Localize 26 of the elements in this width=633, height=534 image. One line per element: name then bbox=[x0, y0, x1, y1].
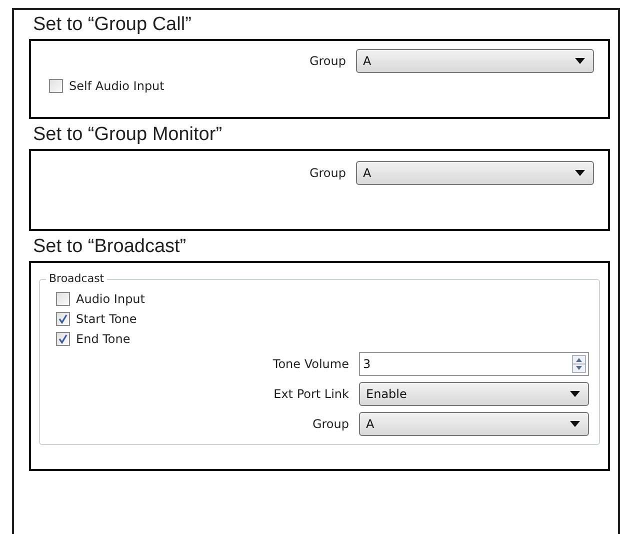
checkbox-label: Self Audio Input bbox=[69, 79, 164, 93]
field-label: Tone Volume bbox=[272, 357, 349, 371]
dropdown[interactable]: A bbox=[356, 161, 594, 185]
checkbox[interactable] bbox=[56, 292, 70, 306]
checkbox[interactable] bbox=[49, 79, 63, 93]
spinner-arrows-icon[interactable] bbox=[572, 355, 586, 373]
dropdown[interactable]: A bbox=[356, 49, 594, 73]
field-label: Group bbox=[312, 417, 349, 431]
dropdown[interactable]: A bbox=[359, 412, 589, 436]
checkbox[interactable] bbox=[56, 312, 70, 326]
field-label: Group bbox=[309, 166, 346, 180]
caret-icon bbox=[575, 170, 585, 176]
caret-icon bbox=[570, 421, 580, 427]
checkbox-label: End Tone bbox=[76, 332, 130, 346]
caret-icon bbox=[570, 391, 580, 397]
spin-field[interactable]: 3 bbox=[359, 352, 589, 376]
section-heading: Set to “Broadcast” bbox=[32, 236, 186, 258]
caret-icon bbox=[575, 58, 585, 64]
section-heading: Set to “Group Monitor” bbox=[32, 124, 222, 146]
section-heading: Set to “Group Call” bbox=[32, 14, 192, 36]
checkbox-label: Start Tone bbox=[76, 312, 137, 326]
checkbox[interactable] bbox=[56, 332, 70, 346]
field-label: Group bbox=[309, 54, 346, 68]
checkbox-label: Audio Input bbox=[76, 292, 145, 306]
dropdown[interactable]: Enable bbox=[359, 382, 589, 406]
field-label: Ext Port Link bbox=[274, 387, 349, 401]
